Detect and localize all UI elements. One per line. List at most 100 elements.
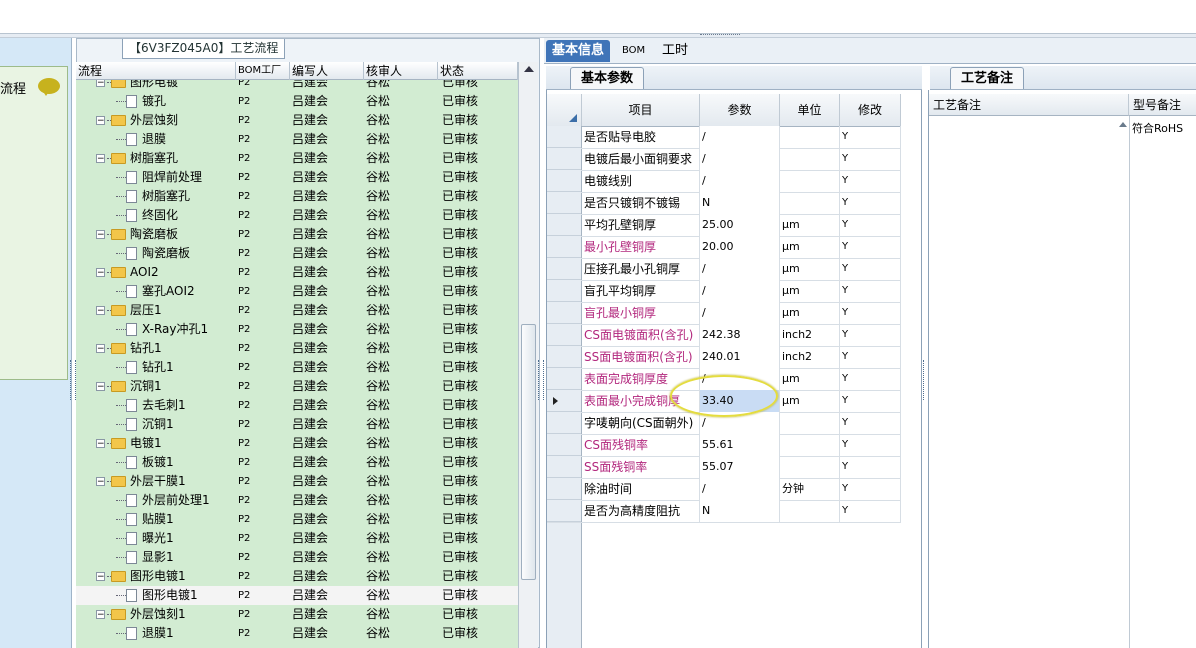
param-value-field[interactable]: N xyxy=(700,192,780,214)
param-modify-flag[interactable]: Y xyxy=(840,170,901,192)
process-tree[interactable]: − 图形电镀 P2 吕建会 谷松 已审核 镀孔 P2 吕建会 谷松 已审核 − 外层蚀刻 P2 吕建会 谷松已… xyxy=(76,80,518,648)
param-modify-flag[interactable]: Y xyxy=(840,214,901,236)
tree-row[interactable]: 沉铜1 P2 吕建会 谷松 已审核 xyxy=(76,415,518,434)
tree-row[interactable]: − 外层蚀刻1 P2 吕建会 谷松 已审核 xyxy=(76,605,518,624)
tree-node-name[interactable]: − 树脂塞孔 xyxy=(76,149,256,168)
tree-row[interactable]: 外层前处理1 P2 吕建会 谷松 已审核 xyxy=(76,491,518,510)
col-header-unit[interactable]: 单位 xyxy=(780,94,840,126)
col-header-bom[interactable]: BOM工厂 xyxy=(236,62,290,80)
param-modify-flag[interactable]: Y xyxy=(840,236,901,258)
collapse-icon[interactable]: − xyxy=(96,80,105,88)
row-selector[interactable] xyxy=(547,412,581,434)
param-value-field[interactable]: 240.01 xyxy=(700,346,780,368)
tree-node-name[interactable]: − 外层蚀刻 xyxy=(76,111,256,130)
param-row[interactable]: 盲孔平均铜厚 / μm Y xyxy=(547,280,901,303)
collapse-icon[interactable]: − xyxy=(96,268,105,278)
left-nav-card[interactable] xyxy=(0,66,68,380)
row-selector[interactable] xyxy=(547,148,581,170)
param-modify-flag[interactable]: Y xyxy=(840,192,901,214)
tree-row[interactable]: − 层压1 P2 吕建会 谷松 已审核 xyxy=(76,301,518,320)
tree-node-name[interactable]: − 钻孔1 xyxy=(76,339,256,358)
middle-splitter-handle[interactable] xyxy=(538,360,544,400)
tree-row[interactable]: 终固化 P2 吕建会 谷松 已审核 xyxy=(76,206,518,225)
tree-row[interactable]: − 电镀1 P2 吕建会 谷松 已审核 xyxy=(76,434,518,453)
tree-row[interactable]: 钻孔1 P2 吕建会 谷松 已审核 xyxy=(76,358,518,377)
param-row[interactable]: 是否只镀铜不镀锡 N Y xyxy=(547,192,901,215)
col-header-modify[interactable]: 修改 xyxy=(840,94,901,126)
param-modify-flag[interactable]: Y xyxy=(840,324,901,346)
col-header-status[interactable]: 状态 xyxy=(438,62,518,80)
process-tree-scrollbar[interactable] xyxy=(518,62,538,648)
tree-row[interactable]: − 陶瓷磨板 P2 吕建会 谷松 已审核 xyxy=(76,225,518,244)
tree-node-name[interactable]: − 层压1 xyxy=(76,301,256,320)
param-modify-flag[interactable]: Y xyxy=(840,368,901,390)
row-selector[interactable] xyxy=(547,478,581,500)
param-value-field[interactable]: 55.07 xyxy=(700,456,780,478)
scroll-up-icon[interactable] xyxy=(524,66,534,72)
tree-row[interactable]: 树脂塞孔 P2 吕建会 谷松 已审核 xyxy=(76,187,518,206)
param-row[interactable]: SS面残铜率 55.07 Y xyxy=(547,456,901,479)
tree-row[interactable]: 阻焊前处理 P2 吕建会 谷松 已审核 xyxy=(76,168,518,187)
param-value-field[interactable]: / xyxy=(700,478,780,500)
tree-node-name[interactable]: − 外层干膜1 xyxy=(76,472,256,491)
param-row[interactable]: 压接孔最小孔铜厚 / μm Y xyxy=(547,258,901,281)
tree-row[interactable]: 塞孔AOI2 P2 吕建会 谷松 已审核 xyxy=(76,282,518,301)
param-value-field[interactable]: / xyxy=(700,126,780,148)
tab-process-notes[interactable]: 工艺备注 xyxy=(950,67,1025,89)
collapse-icon[interactable]: − xyxy=(96,382,105,392)
tree-node-name[interactable]: − 沉铜1 xyxy=(76,377,256,396)
param-row[interactable]: CS面电镀面积(含孔) 242.38 inch2 Y xyxy=(547,324,901,347)
param-value-field[interactable]: / xyxy=(700,258,780,280)
param-value-field[interactable]: 20.00 xyxy=(700,236,780,258)
param-modify-flag[interactable]: Y xyxy=(840,280,901,302)
tree-row[interactable]: 贴膜1 P2 吕建会 谷松 已审核 xyxy=(76,510,518,529)
tree-row[interactable]: − 外层蚀刻 P2 吕建会 谷松 已审核 xyxy=(76,111,518,130)
param-modify-flag[interactable]: Y xyxy=(840,390,901,412)
col-header-item[interactable]: 项目 xyxy=(582,94,700,126)
param-value-field[interactable]: N xyxy=(700,500,780,522)
param-row[interactable]: 最小孔壁铜厚 20.00 μm Y xyxy=(547,236,901,259)
param-value-field[interactable]: / xyxy=(700,170,780,192)
collapse-icon[interactable]: − xyxy=(96,477,105,487)
param-modify-flag[interactable]: Y xyxy=(840,258,901,280)
col-header-process-notes[interactable]: 工艺备注 xyxy=(929,94,1129,116)
tree-node-name[interactable]: − 图形电镀 xyxy=(76,80,256,92)
param-value-field[interactable]: / xyxy=(700,302,780,324)
notes-scroll-up-icon[interactable] xyxy=(1119,122,1127,127)
param-row[interactable]: 电镀后最小面铜要求 / Y xyxy=(547,148,901,171)
tree-node-name[interactable]: − AOI2 xyxy=(76,263,256,282)
tree-row[interactable]: 镀孔 P2 吕建会 谷松 已审核 xyxy=(76,92,518,111)
tree-row[interactable]: 去毛刺1 P2 吕建会 谷松 已审核 xyxy=(76,396,518,415)
param-row[interactable]: 是否贴导电胶 / Y xyxy=(547,126,901,149)
tree-row[interactable]: 图形电镀1 P2 吕建会 谷松 已审核 xyxy=(76,586,518,605)
row-selector[interactable] xyxy=(547,302,581,324)
tab-work-hours[interactable]: 工时 xyxy=(656,40,694,62)
tree-row[interactable]: X-Ray冲孔1 P2 吕建会 谷松 已审核 xyxy=(76,320,518,339)
row-selector[interactable] xyxy=(547,324,581,346)
param-modify-flag[interactable]: Y xyxy=(840,346,901,368)
row-selector[interactable] xyxy=(547,258,581,280)
row-selector[interactable] xyxy=(547,214,581,236)
param-value-field[interactable]: 25.00 xyxy=(700,214,780,236)
param-row[interactable]: 平均孔壁铜厚 25.00 μm Y xyxy=(547,214,901,237)
row-selector[interactable] xyxy=(547,434,581,456)
tree-row[interactable]: − AOI2 P2 吕建会 谷松 已审核 xyxy=(76,263,518,282)
col-header-param[interactable]: 参数 xyxy=(700,94,780,126)
param-value-field[interactable]: 242.38 xyxy=(700,324,780,346)
current-row-arrow-icon[interactable] xyxy=(547,390,581,412)
tree-row[interactable]: 显影1 P2 吕建会 谷松 已审核 xyxy=(76,548,518,567)
collapse-icon[interactable]: − xyxy=(96,306,105,316)
tree-row[interactable]: 退膜 P2 吕建会 谷松 已审核 xyxy=(76,130,518,149)
param-value-field[interactable]: 55.61 xyxy=(700,434,780,456)
row-selector[interactable] xyxy=(547,126,581,148)
param-row[interactable]: 盲孔最小铜厚 / μm Y xyxy=(547,302,901,325)
col-header-author[interactable]: 编写人 xyxy=(290,62,364,80)
tree-row[interactable]: − 图形电镀 P2 吕建会 谷松 已审核 xyxy=(76,80,518,92)
param-value-field[interactable]: / xyxy=(700,280,780,302)
tree-node-name[interactable]: − 图形电镀1 xyxy=(76,567,256,586)
model-notes-cell[interactable]: 符合RoHS xyxy=(1129,116,1196,648)
param-row[interactable]: CS面残铜率 55.61 Y xyxy=(547,434,901,457)
param-modify-flag[interactable]: Y xyxy=(840,456,901,478)
left-nav-label[interactable]: 流程 xyxy=(0,78,26,97)
tree-row[interactable]: − 沉铜1 P2 吕建会 谷松 已审核 xyxy=(76,377,518,396)
